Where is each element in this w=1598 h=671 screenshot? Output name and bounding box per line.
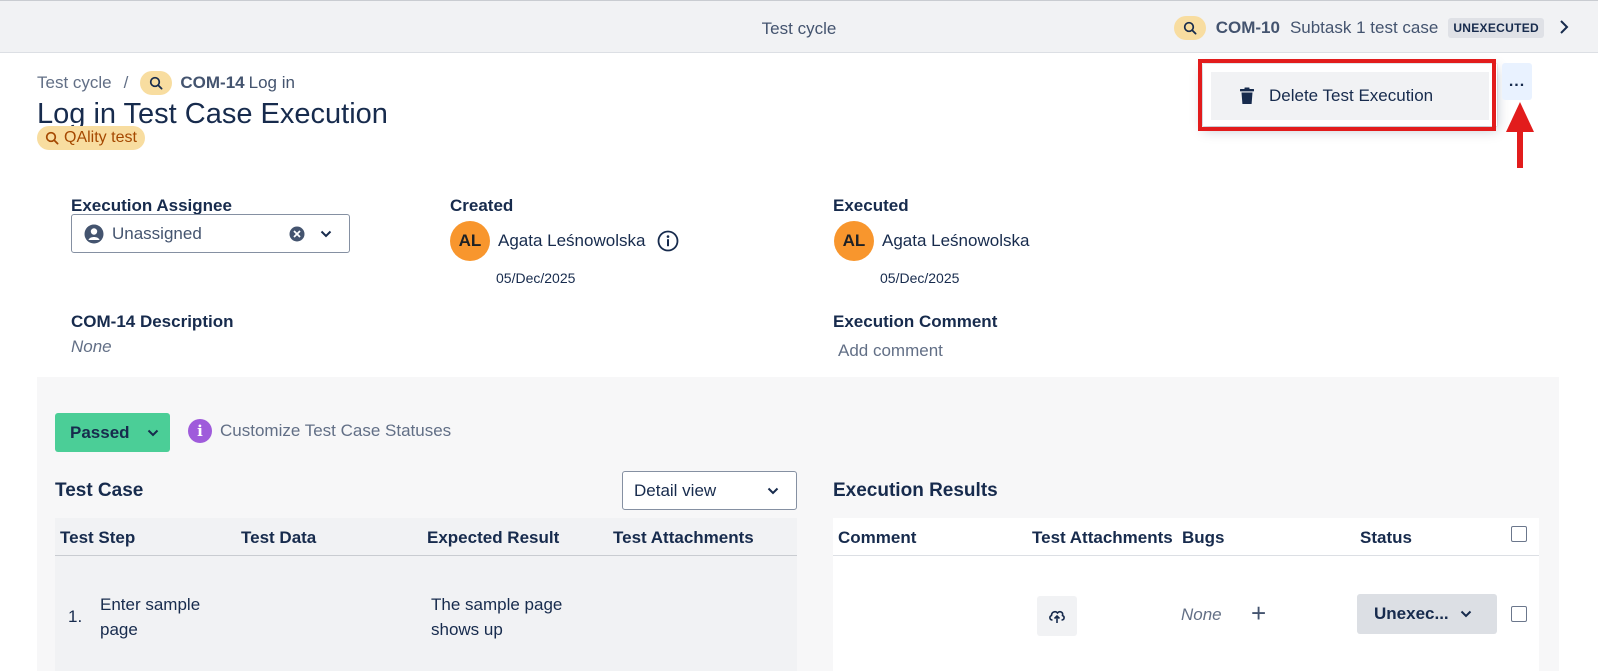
table-header: Comment Test Attachments Bugs Status <box>833 518 1539 556</box>
add-bug-button[interactable]: + <box>1251 598 1266 629</box>
user-avatar-icon <box>84 224 104 243</box>
avatar: AL <box>450 221 490 261</box>
execution-status-label: Passed <box>70 422 130 442</box>
assignee-label: Execution Assignee <box>71 196 232 215</box>
top-bar: Test cycle COM-10 Subtask 1 test case UN… <box>0 0 1598 53</box>
step-text-line2: page <box>100 620 138 639</box>
chevron-down-icon <box>147 429 158 436</box>
expected-text-line1: The sample page <box>431 595 563 614</box>
project-tag[interactable]: QAlity test <box>37 126 145 150</box>
table-header: Test Step Test Data Expected Result Test… <box>55 518 797 556</box>
test-case-title: Test Case <box>55 480 144 501</box>
column-header: Test Attachments <box>1032 528 1173 547</box>
chevron-right-icon[interactable] <box>1558 15 1570 41</box>
column-header: Status <box>1360 528 1412 547</box>
breadcrumb-issue-key[interactable]: COM-14 <box>180 73 244 93</box>
bugs-value: None <box>1181 605 1222 624</box>
search-icon <box>140 71 173 95</box>
executed-label: Executed <box>833 196 909 215</box>
view-select[interactable]: Detail view <box>622 471 797 510</box>
comment-label: Execution Comment <box>833 312 998 331</box>
status-badge: UNEXECUTED <box>1448 18 1544 38</box>
search-icon <box>1173 16 1206 40</box>
chevron-down-icon <box>767 487 779 495</box>
created-date: 05/Dec/2025 <box>496 270 576 286</box>
step-status-select[interactable]: Unexec... <box>1357 594 1497 634</box>
row-checkbox[interactable] <box>1511 606 1527 622</box>
cloud-upload-icon <box>1049 610 1065 623</box>
breadcrumb-separator: / <box>123 73 129 92</box>
highlight-annotation <box>1198 59 1496 131</box>
description-label: COM-14 Description <box>71 312 234 331</box>
more-actions-button[interactable]: ... <box>1502 63 1532 100</box>
executed-user-name: Agata Leśnowolska <box>882 231 1030 250</box>
chevron-down-icon <box>1460 610 1471 618</box>
topbar-issue-summary: Subtask 1 test case <box>1289 18 1439 37</box>
execution-status-button[interactable]: Passed <box>55 413 170 452</box>
execution-results-title: Execution Results <box>833 480 998 501</box>
info-icon[interactable] <box>657 230 679 252</box>
column-header: Expected Result <box>427 528 560 547</box>
customize-statuses-label: Customize Test Case Statuses <box>220 421 452 440</box>
column-header: Bugs <box>1182 528 1225 547</box>
step-index: 1. <box>68 607 83 626</box>
column-header: Test Data <box>241 528 317 547</box>
topbar-issue-key: COM-10 <box>1215 18 1280 37</box>
upload-attachment-button[interactable] <box>1037 596 1077 636</box>
clear-icon[interactable] <box>289 226 305 242</box>
chevron-down-icon[interactable] <box>319 227 333 241</box>
column-header: Comment <box>838 528 917 547</box>
breadcrumb-parent[interactable]: Test cycle <box>37 73 112 93</box>
created-user-name: Agata Leśnowolska <box>498 231 646 250</box>
next-issue-link[interactable]: COM-10 Subtask 1 test case UNEXECUTED <box>1173 15 1570 41</box>
comment-input[interactable]: Add comment <box>838 341 943 361</box>
avatar: AL <box>834 221 874 261</box>
customize-statuses-link[interactable]: i Customize Test Case Statuses <box>188 419 451 443</box>
arrow-up-annotation-icon <box>1506 102 1534 168</box>
step-text-line1: Enter sample <box>100 595 201 614</box>
expected-text-line2: shows up <box>431 620 503 639</box>
search-icon <box>45 131 59 145</box>
assignee-select[interactable]: Unassigned <box>71 214 350 253</box>
description-value: None <box>71 337 112 356</box>
breadcrumb-issue-summary[interactable]: Log in <box>249 73 295 93</box>
executed-user: AL Agata Leśnowolska <box>834 221 1029 261</box>
select-all-checkbox[interactable] <box>1511 526 1527 542</box>
executed-date: 05/Dec/2025 <box>880 270 960 286</box>
step-status-label: Unexec... <box>1374 604 1449 623</box>
view-select-value: Detail view <box>634 480 717 500</box>
test-steps-table: Test Step Test Data Expected Result Test… <box>55 518 797 671</box>
assignee-value: Unassigned <box>112 223 202 243</box>
created-label: Created <box>450 196 514 215</box>
execution-results-table: Comment Test Attachments Bugs Status Non… <box>833 518 1539 671</box>
column-header: Test Attachments <box>613 528 754 547</box>
project-tag-label: QAlity test <box>64 129 137 146</box>
breadcrumb: Test cycle / COM-14 Log in <box>37 70 295 96</box>
created-user: AL Agata Leśnowolska <box>450 221 679 261</box>
column-header: Test Step <box>60 528 136 547</box>
info-icon: i <box>188 419 212 443</box>
